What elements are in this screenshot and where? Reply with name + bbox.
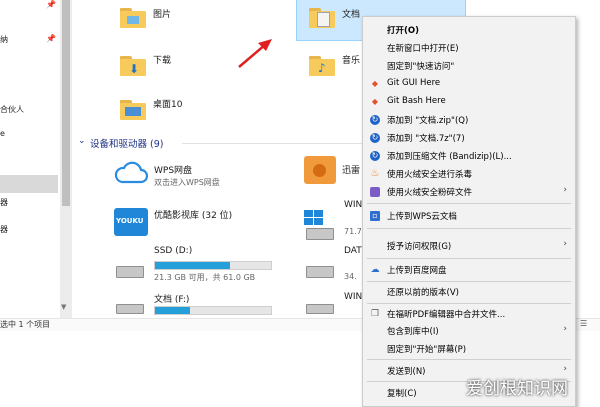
folder-label[interactable]: 下载 bbox=[153, 53, 171, 66]
huorong-icon: ♨ bbox=[370, 168, 380, 179]
drive-name[interactable]: WIN bbox=[344, 200, 362, 210]
submenu-arrow-icon: › bbox=[563, 185, 567, 195]
menu-item-open-new-window[interactable]: 在新窗口中打开(E) bbox=[363, 39, 575, 57]
context-menu: 打开(O) 在新窗口中打开(E) 固定到"快速访问" ◆ Git GUI Her… bbox=[362, 16, 576, 407]
drive-name[interactable]: DAT bbox=[344, 246, 362, 256]
docs-usage-fill bbox=[155, 307, 190, 314]
menu-item-huorong-shred[interactable]: 使用火绒安全粉碎文件 › bbox=[363, 183, 575, 201]
red-arrow-icon bbox=[238, 39, 272, 68]
folder-label[interactable]: 图片 bbox=[153, 7, 171, 20]
nav-item[interactable]: 纳 bbox=[0, 34, 8, 45]
downloads-folder-icon[interactable]: ⬇ bbox=[120, 56, 146, 76]
nav-item[interactable]: e bbox=[0, 129, 5, 138]
menu-separator bbox=[367, 359, 571, 360]
details-view-icon[interactable]: ☰ bbox=[580, 319, 587, 328]
ssd-usage-bar bbox=[154, 261, 272, 270]
youku-icon[interactable]: YOUKU bbox=[114, 208, 148, 236]
pin-icon: 📌 bbox=[46, 34, 56, 43]
ssd-drive-name[interactable]: SSD (D:) bbox=[154, 246, 192, 256]
music-folder-icon[interactable]: ♪ bbox=[309, 56, 335, 76]
menu-item-git-gui[interactable]: ◆ Git GUI Here bbox=[363, 75, 575, 93]
nav-scrollbar[interactable]: ▼ bbox=[60, 0, 72, 318]
menu-separator bbox=[367, 281, 571, 282]
ssd-drive-space: 21.3 GB 可用，共 61.0 GB bbox=[154, 273, 256, 282]
chevron-down-icon[interactable]: ⌄ bbox=[78, 136, 86, 146]
drive-space: 34. bbox=[344, 272, 357, 281]
wps-drive-desc: 双击进入WPS网盘 bbox=[154, 178, 220, 187]
status-text: 选中 1 个项目 bbox=[0, 320, 51, 329]
menu-item-upload-baidu[interactable]: ☁ 上传到百度网盘 bbox=[363, 261, 575, 279]
menu-item-huorong-scan[interactable]: ♨ 使用火绒安全进行杀毒 bbox=[363, 165, 575, 183]
menu-item-add-zip[interactable]: ↻ 添加到 "文档.zip"(Q) bbox=[363, 111, 575, 129]
xunlei-label[interactable]: 迅雷 bbox=[342, 163, 360, 176]
menu-item-grant-access[interactable]: 授予访问权限(G) › bbox=[363, 237, 575, 255]
desktop-folder-icon[interactable] bbox=[120, 100, 146, 120]
pictures-folder-icon[interactable] bbox=[120, 8, 146, 28]
shredder-icon bbox=[370, 187, 380, 197]
submenu-arrow-icon: › bbox=[563, 364, 567, 374]
menu-item-open[interactable]: 打开(O) bbox=[363, 21, 575, 39]
youku-library-name[interactable]: 优酷影视库 (32 位) bbox=[154, 208, 232, 221]
wps-drive-name[interactable]: WPS网盘 bbox=[154, 163, 192, 176]
nav-item[interactable]: 合伙人 bbox=[0, 104, 24, 115]
section-divider bbox=[182, 143, 362, 144]
menu-item-restore-versions[interactable]: 还原以前的版本(V) bbox=[363, 283, 575, 301]
windows-drive-icon[interactable] bbox=[304, 210, 324, 226]
bandizip-icon: ↻ bbox=[370, 151, 380, 161]
foxit-pdf-icon: ❐ bbox=[370, 309, 380, 319]
menu-item-pin-start[interactable]: 固定到"开始"屏幕(P) bbox=[363, 340, 575, 358]
menu-item-include-library[interactable]: 包含到库中(I) › bbox=[363, 322, 575, 340]
watermark-text: 爱创根知识网 bbox=[466, 379, 568, 399]
docs-usage-bar bbox=[154, 306, 272, 315]
submenu-arrow-icon: › bbox=[563, 239, 567, 249]
bandizip-icon: ↻ bbox=[370, 133, 380, 143]
menu-item-git-bash[interactable]: ◆ Git Bash Here bbox=[363, 93, 575, 111]
navigation-pane: 📌 📌 纳 合伙人 e 器 器 bbox=[0, 0, 58, 318]
drive-icon[interactable] bbox=[306, 304, 334, 314]
drive-icon[interactable] bbox=[306, 266, 334, 278]
git-gui-icon: ◆ bbox=[371, 79, 379, 88]
scrollbar-thumb[interactable] bbox=[62, 0, 70, 206]
scroll-down-icon[interactable]: ▼ bbox=[61, 303, 66, 311]
docs-drive-icon[interactable] bbox=[116, 304, 144, 314]
menu-item-add-archive-bandizip[interactable]: ↻ 添加到压缩文件 (Bandizip)(L)... bbox=[363, 147, 575, 165]
selected-file-label[interactable]: 文档 bbox=[342, 7, 360, 20]
menu-item-upload-wps[interactable]: ▫ 上传到WPS云文档 bbox=[363, 207, 575, 225]
baidu-netdisk-icon: ☁ bbox=[370, 265, 380, 275]
documents-folder-icon[interactable] bbox=[309, 8, 335, 28]
ssd-drive-icon[interactable] bbox=[116, 266, 144, 278]
menu-separator bbox=[367, 228, 571, 229]
menu-item-foxit-merge[interactable]: ❐ 在福昕PDF编辑器中合并文件... bbox=[363, 305, 575, 323]
nav-item-selected[interactable] bbox=[0, 175, 58, 193]
docs-drive-name[interactable]: 文档 (F:) bbox=[154, 292, 189, 305]
menu-separator bbox=[367, 303, 571, 304]
pin-icon: 📌 bbox=[46, 0, 56, 9]
git-bash-icon: ◆ bbox=[371, 97, 379, 106]
menu-item-pin-quick-access[interactable]: 固定到"快速访问" bbox=[363, 57, 575, 75]
section-title[interactable]: 设备和驱动器 (9) bbox=[90, 136, 163, 150]
drive-name[interactable]: WIN bbox=[344, 292, 362, 302]
menu-item-add-7z[interactable]: ↻ 添加到 "文档.7z"(7) bbox=[363, 129, 575, 147]
menu-separator bbox=[367, 203, 571, 204]
drive-space: 71.7 bbox=[344, 227, 362, 236]
drive-icon[interactable] bbox=[306, 228, 334, 240]
nav-item[interactable]: 器 bbox=[0, 224, 8, 235]
xunlei-folder-icon[interactable] bbox=[304, 156, 336, 184]
submenu-arrow-icon: › bbox=[563, 324, 567, 334]
ssd-usage-fill bbox=[155, 262, 231, 269]
wps-cloud-drive-icon[interactable] bbox=[114, 160, 148, 184]
bandizip-icon: ↻ bbox=[370, 115, 380, 125]
wps-cloud-icon: ▫ bbox=[370, 211, 380, 221]
folder-label[interactable]: 音乐 bbox=[342, 53, 360, 66]
nav-item[interactable]: 器 bbox=[0, 197, 8, 208]
menu-separator bbox=[367, 258, 571, 259]
folder-label[interactable]: 桌面10 bbox=[153, 97, 182, 110]
